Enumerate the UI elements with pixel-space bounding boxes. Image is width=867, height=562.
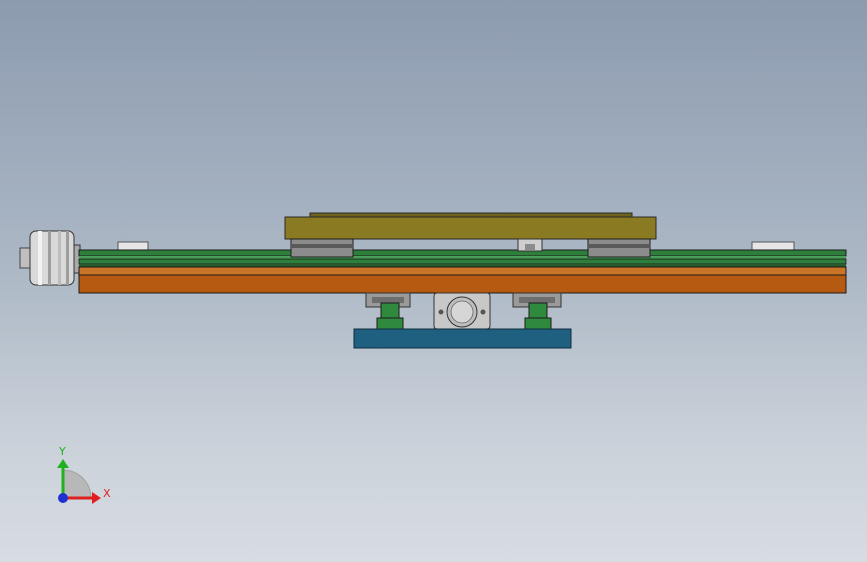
triad-quadrant bbox=[62, 469, 92, 499]
z-axis-dot bbox=[58, 493, 68, 503]
mount-plate[interactable] bbox=[353, 328, 572, 349]
x-axis-label: X bbox=[103, 487, 111, 500]
y-axis-label: Y bbox=[58, 445, 66, 458]
cad-viewport[interactable]: Y X bbox=[0, 0, 867, 562]
base-beam[interactable] bbox=[78, 266, 847, 294]
linear-module-assembly[interactable] bbox=[19, 212, 847, 349]
orientation-triad: Y X bbox=[57, 445, 111, 504]
rail-profile[interactable] bbox=[78, 249, 847, 267]
motor-end-cap[interactable] bbox=[19, 230, 81, 286]
lower-guide-assembly[interactable] bbox=[365, 292, 562, 330]
